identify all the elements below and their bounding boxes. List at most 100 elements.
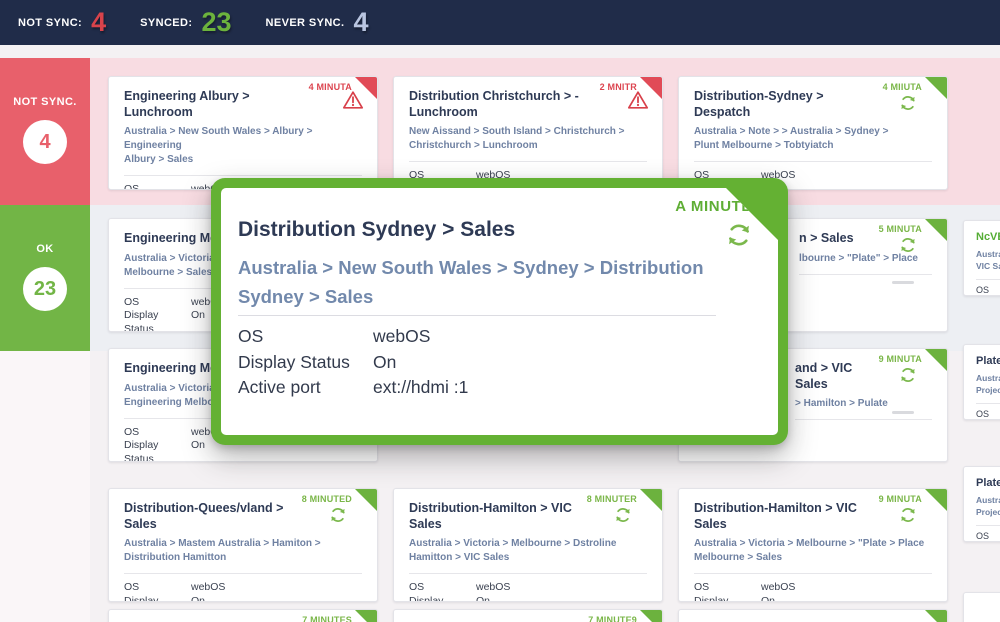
detail-label: OS [124, 296, 191, 310]
summary-not-sync-label: NOT SYNC: [18, 17, 82, 29]
breadcrumb: > Hamilton > Pulate [795, 397, 932, 411]
summary-not-sync[interactable]: NOT SYNC: 4 [18, 9, 106, 36]
detail-value: webOS [191, 581, 225, 595]
sync-age-label: 5 MINUTA [879, 224, 922, 234]
card-divider [694, 161, 932, 162]
modal-detail-row: OS webOS [238, 324, 758, 350]
device-card[interactable]: 8 MINUTERDistribution-Hamilton > VIC Sal… [393, 488, 663, 602]
detail-row: OSwebOS [124, 581, 362, 595]
detail-row: OSwebOS [409, 581, 647, 595]
detail-value: On [191, 309, 205, 332]
sync-icon [613, 505, 633, 525]
detail-row: OS [976, 409, 1000, 420]
breadcrumb-line: Austral [976, 495, 1000, 507]
detail-label: Active port [238, 375, 373, 401]
detail-value: On [191, 439, 205, 462]
modal-detail-row: Display Status On [238, 350, 758, 376]
modal-sheet: A MINUTE Distribution Sydney > Sales Aus… [221, 188, 778, 435]
sync-age-label: 7 MINUTES [302, 615, 352, 622]
device-title: Distribution Christchurch > - Lunchroom [409, 89, 647, 120]
detail-label: Display Status [409, 595, 476, 602]
device-title: Plate N [976, 355, 1000, 369]
card-content [679, 610, 947, 622]
card-content: NcVÉAustralVIC SaleOSDisplay8 minus [964, 221, 1000, 296]
detail-label: Display Status [124, 595, 191, 602]
device-card[interactable]: Plate NAustralProjectOSDisplay8 minus [963, 344, 1000, 420]
device-card[interactable]: 7 MINUTE9 [393, 609, 663, 622]
detail-label: OS [976, 409, 1000, 420]
device-title: Distribution-Hamilton > VIC Sales [409, 501, 647, 532]
card-content: Plate NAustralProjectOSDisplay8 minus [964, 345, 1000, 420]
device-card[interactable]: 4 MINUTAEngineering Albury > LunchroomAu… [108, 76, 378, 190]
device-title: NcVÉ [976, 231, 1000, 245]
placeholder-dash [892, 411, 914, 414]
status-fold-icon [355, 489, 377, 511]
detail-label: OS [976, 531, 1000, 542]
card-details: OSwebOSDisplay StatusOnActive port [694, 581, 932, 602]
device-card[interactable] [963, 592, 1000, 622]
breadcrumb: Australia > Note > > Australia > Sydney … [694, 125, 932, 153]
breadcrumb-line: Austral [976, 373, 1000, 385]
card-divider [799, 274, 932, 275]
sync-icon [898, 235, 918, 255]
detail-label: OS [124, 426, 191, 440]
sync-icon [724, 220, 754, 250]
detail-label: OS [976, 285, 1000, 296]
device-card[interactable]: 8 MINUTEDDistribution-Quees/vland > Sale… [108, 488, 378, 602]
modal-divider [238, 315, 716, 316]
breadcrumb-line: Distribution Hamitton [124, 551, 362, 565]
breadcrumb-line: > Hamilton > Pulate [795, 397, 932, 411]
device-card[interactable]: Plate NAustralProjectOSDisplay8 minus [963, 466, 1000, 542]
detail-label: OS [694, 581, 761, 595]
detail-value: webOS [761, 581, 795, 595]
breadcrumb: AustralProject [976, 495, 1000, 519]
device-card[interactable]: 9 MINUTADistribution-Hamilton > VIC Sale… [678, 488, 948, 602]
breadcrumb-line: Plunt Melbourne > Tobtyiatch [694, 139, 932, 153]
card-divider [976, 525, 1000, 526]
breadcrumb-line: Australia > Note > > Australia > Sydney … [694, 125, 932, 139]
sync-icon [898, 93, 918, 113]
status-fold-icon [925, 489, 947, 511]
device-card[interactable] [678, 609, 948, 622]
status-fold-icon [925, 77, 947, 99]
breadcrumb-line: Australia > Victoria > Melbourne > Dstro… [409, 537, 647, 551]
breadcrumb-line: Albury > Sales [124, 153, 362, 167]
breadcrumb: Australia > Victoria > Melbourne > "Plat… [694, 537, 932, 565]
summary-synced[interactable]: SYNCED: 23 [140, 9, 231, 36]
breadcrumb-line: Christchurch > Lunchroom [409, 139, 647, 153]
device-card[interactable]: 7 MINUTES [108, 609, 378, 622]
sync-icon [898, 365, 918, 385]
device-title: Engineering Albury > Lunchroom [124, 89, 362, 120]
device-detail-modal[interactable]: A MINUTE Distribution Sydney > Sales Aus… [211, 178, 788, 445]
detail-value: webOS [476, 581, 510, 595]
device-card[interactable]: 2 MNITRDistribution Christchurch > - Lun… [393, 76, 663, 190]
status-fold-icon [925, 219, 947, 241]
device-card[interactable]: 4 MIIUTADistribution-Sydney > DespatchAu… [678, 76, 948, 190]
breadcrumb-line: Melbourne > Sales [694, 551, 932, 565]
sync-age-label: 8 MINUTER [587, 494, 637, 504]
status-fold-icon [640, 489, 662, 511]
warning-icon [342, 90, 364, 110]
summary-not-sync-count: 4 [91, 9, 106, 36]
detail-label: OS [409, 581, 476, 595]
sync-age-label: 8 MINUTED [302, 494, 352, 504]
card-divider [795, 419, 932, 420]
breadcrumb: AustralVIC Sale [976, 249, 1000, 273]
breadcrumb-line: Australia > New South Wales > Albury > E… [124, 125, 362, 153]
status-fold-icon [355, 610, 377, 622]
device-title: Distribution-Quees/vland > Sales [124, 501, 362, 532]
sync-age-label: 7 MINUTE9 [588, 615, 637, 622]
card-divider [124, 573, 362, 574]
breadcrumb: AustralProject [976, 373, 1000, 397]
card-divider [694, 573, 932, 574]
summary-never-sync[interactable]: NEVER SYNC. 4 [266, 9, 369, 36]
card-details: OSwebOSDisplay StatusOnActive port [124, 581, 362, 602]
modal-device-title: Distribution Sydney > Sales [238, 218, 515, 242]
sync-icon [328, 505, 348, 525]
device-card[interactable]: NcVÉAustralVIC SaleOSDisplay8 minus [963, 220, 1000, 296]
summary-synced-count: 23 [201, 9, 231, 36]
breadcrumb: Australia > Mastem Australia > Hamiton >… [124, 537, 362, 565]
sync-age-label: 4 MIIUTA [883, 82, 922, 92]
breadcrumb-line: Australia > Victoria > Melbourne > "Plat… [694, 537, 932, 551]
detail-row: Display StatusOn [124, 595, 362, 602]
